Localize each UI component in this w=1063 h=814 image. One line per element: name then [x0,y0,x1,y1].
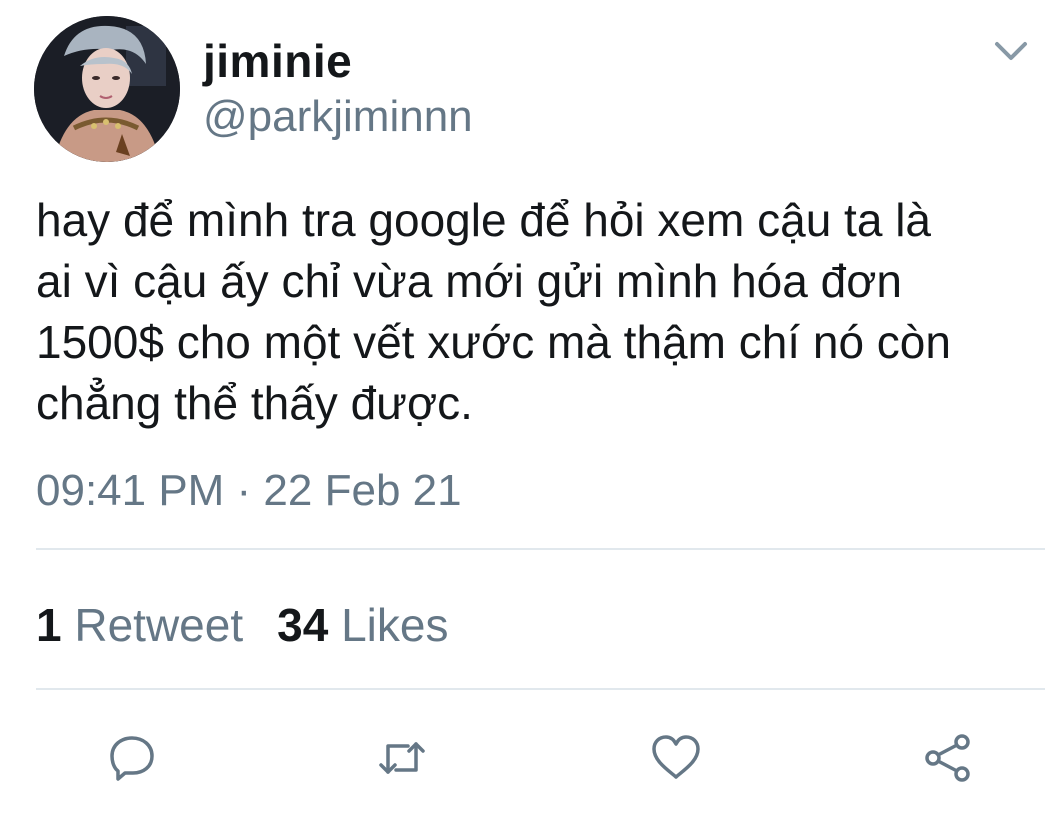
retweet-count: 1 [36,599,62,651]
avatar-image [34,16,180,162]
user-handle[interactable]: @parkjiminnn [203,92,473,142]
avatar[interactable] [34,16,180,162]
reply-icon [110,736,154,781]
divider [36,548,1045,550]
likes-stat[interactable]: 34 Likes [277,598,448,652]
share-button[interactable] [918,728,978,788]
likes-count: 34 [277,599,329,651]
display-name[interactable]: jiminie [203,34,352,88]
tweet-timestamp[interactable]: 09:41 PM · 22 Feb 21 [36,466,462,516]
tweet-stats: 1 Retweet 34 Likes [36,598,448,652]
tweet-text: hay để mình tra google để hỏi xem cậu ta… [36,194,951,429]
divider [36,688,1045,690]
reply-button[interactable] [102,728,162,788]
likes-label: Likes [341,599,449,651]
tweet-actions [0,728,1063,788]
retweet-label: Retweet [74,599,244,651]
retweet-icon [379,742,425,774]
retweet-button[interactable] [372,728,432,788]
retweet-stat[interactable]: 1 Retweet [36,598,243,652]
heart-icon [652,735,700,779]
share-icon [925,734,970,782]
chevron-down-icon[interactable] [993,36,1029,66]
like-button[interactable] [646,728,706,788]
